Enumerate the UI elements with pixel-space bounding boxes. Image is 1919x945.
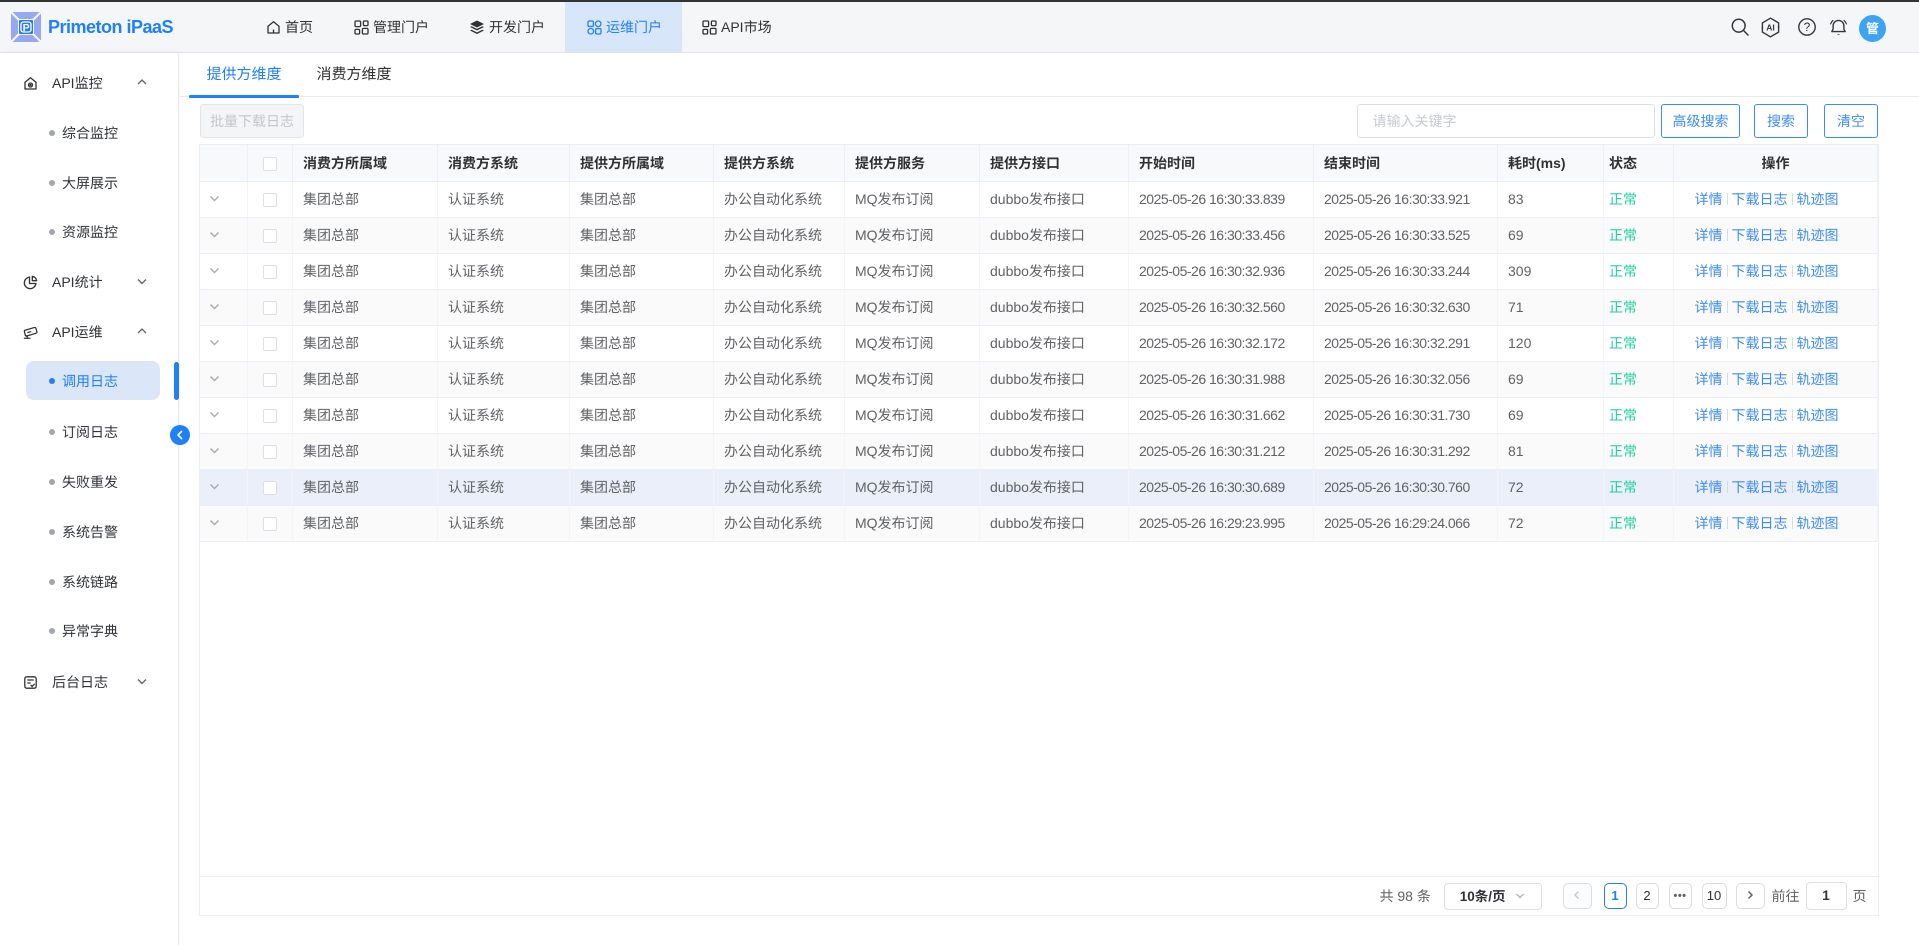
svg-text:AI: AI: [1766, 22, 1775, 32]
svg-text:?: ?: [1804, 20, 1811, 34]
svg-text:P: P: [23, 22, 30, 34]
